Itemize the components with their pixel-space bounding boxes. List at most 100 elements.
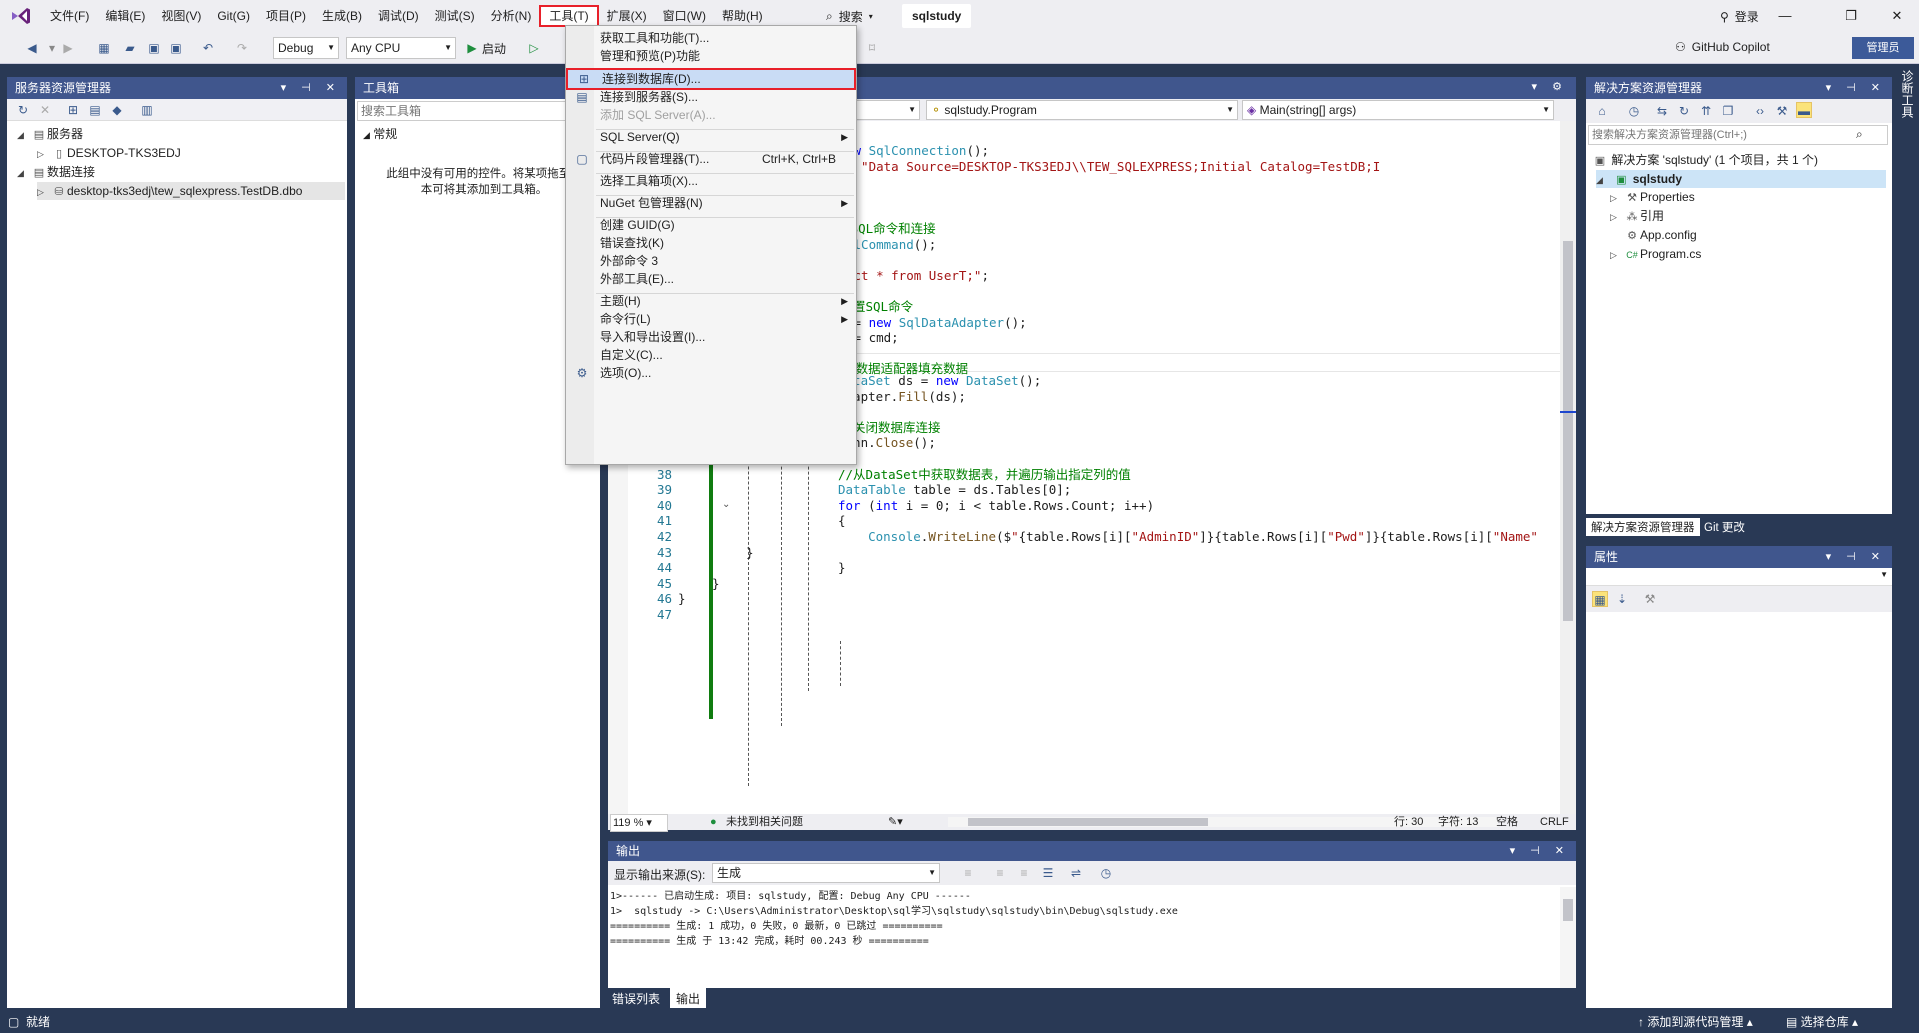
menu-item-9[interactable]: 工具(T) [539, 5, 599, 27]
home-icon[interactable]: ⌂ [1594, 103, 1610, 119]
issues-label[interactable]: 未找到相关问题 [726, 814, 803, 830]
github-copilot-button[interactable]: ⚇ GitHub Copilot [1675, 40, 1770, 54]
tools-menu-item[interactable]: ▢ 代码片段管理器(T)... Ctrl+K, Ctrl+B [566, 148, 856, 170]
menu-item-4[interactable]: 项目(P) [258, 5, 314, 27]
output-source-select[interactable]: 生成 ▼ [712, 863, 940, 883]
save-all-icon[interactable]: ▣ [168, 40, 184, 56]
history-icon[interactable]: ◷ [1626, 103, 1642, 119]
refresh-icon[interactable]: ↻ [1676, 103, 1692, 119]
tools-menu-item[interactable]: 管理和预览(P)功能 [566, 45, 856, 67]
menu-item-10[interactable]: 扩展(X) [599, 5, 655, 27]
server-tree-node[interactable]: ◢ ▤ 服务器 [17, 125, 83, 143]
toolbox-search-input[interactable] [357, 101, 597, 121]
properties-node[interactable]: ▷ ⚒ Properties [1610, 188, 1695, 206]
properties-icon[interactable]: ▥ [139, 102, 155, 118]
redo-icon[interactable]: ↷ [234, 40, 250, 56]
add-to-source-control-button[interactable]: ↑ 添加到源代码管理 ▴ [1638, 1012, 1753, 1033]
sync-icon[interactable]: ⇆ [1654, 103, 1670, 119]
tab-controls[interactable]: ▾ ⚙ [1532, 80, 1568, 93]
solution-node[interactable]: ▣ 解决方案 'sqlstudy' (1 个项目，共 1 个) [1592, 151, 1818, 169]
forward-icon[interactable]: ▶ [60, 40, 76, 56]
select-repository-button[interactable]: ▤ 选择仓库 ▴ [1786, 1012, 1858, 1033]
collapse-all-icon[interactable]: ⇈ [1698, 103, 1714, 119]
start-label[interactable]: 启动 [482, 40, 506, 57]
refresh-icon[interactable]: ↻ [15, 102, 31, 118]
nav-class-combo[interactable]: ⚬ sqlstudy.Program ▼ [926, 100, 1238, 120]
back-icon[interactable]: ◀ [24, 40, 40, 56]
azure-icon[interactable]: ◆ [109, 102, 125, 118]
tab-solution-explorer[interactable]: 解决方案资源管理器 [1586, 518, 1700, 536]
collapse-icon[interactable]: ◢ [17, 126, 31, 144]
tools-menu-item[interactable]: 外部工具(E)... [566, 268, 856, 290]
menu-item-6[interactable]: 调试(D) [370, 5, 427, 27]
word-wrap-icon[interactable]: ⇌ [1068, 865, 1084, 881]
search-box[interactable]: ⌕ 搜索 ▾ [826, 6, 873, 26]
solution-search-input[interactable] [1588, 125, 1888, 145]
tools-menu-item[interactable]: NuGet 包管理器(N) ▶ [566, 192, 856, 214]
expand-icon[interactable]: ▷ [37, 145, 51, 163]
editor-vertical-scrollbar[interactable] [1560, 121, 1576, 814]
server-tree-node[interactable]: ▷ ▯ DESKTOP-TKS3EDJ [37, 144, 181, 162]
close-window-button[interactable]: ✕ [1882, 6, 1912, 26]
panel-controls[interactable]: ▾ ⊣ ✕ [1826, 546, 1886, 568]
clear-all-icon[interactable]: ☰ [1040, 865, 1056, 881]
horizontal-scrollbar-thumb[interactable] [968, 818, 1208, 826]
find-icon[interactable]: ≡ [960, 865, 976, 881]
scrollbar-thumb[interactable] [1563, 241, 1573, 621]
appconfig-node[interactable]: ⚙ App.config [1610, 226, 1697, 244]
menu-item-8[interactable]: 分析(N) [483, 5, 540, 27]
collapse-icon[interactable]: ◢ [17, 164, 31, 182]
new-project-icon[interactable]: ▦ [96, 40, 112, 56]
brush-icon[interactable]: ✎▾ [888, 814, 903, 830]
start-without-debug-icon[interactable]: ▷ [526, 40, 542, 56]
property-pages-icon[interactable]: ⚒ [1642, 591, 1658, 607]
nav-member-combo[interactable]: ◈ Main(string[] args) ▼ [1242, 100, 1554, 120]
tools-menu-item[interactable]: 添加 SQL Server(A)... [566, 104, 856, 126]
properties-object-select[interactable]: ▼ [1586, 568, 1892, 586]
panel-controls[interactable]: ▾ ⊣ ✕ [1826, 77, 1886, 99]
menu-item-0[interactable]: 文件(F) [42, 5, 97, 27]
panel-controls[interactable]: ▾ ⊣ ✕ [281, 77, 341, 99]
panel-controls[interactable]: ▾ ⊣ ✕ [1510, 841, 1570, 861]
menu-item-5[interactable]: 生成(B) [314, 5, 370, 27]
code-view-icon[interactable]: ‹› [1752, 103, 1768, 119]
login-button[interactable]: ⚲ 登录 [1720, 8, 1759, 25]
menu-item-1[interactable]: 编辑(E) [97, 5, 153, 27]
output-scrollbar-thumb[interactable] [1563, 899, 1573, 921]
undo-icon[interactable]: ↶ [200, 40, 216, 56]
stop-icon[interactable]: ✕ [37, 102, 53, 118]
play-icon[interactable]: ▶ [464, 40, 480, 56]
platform-select[interactable]: Any CPU ▼ [346, 37, 456, 59]
toolbox-group-general[interactable]: ◢ 常规 [363, 125, 397, 142]
zoom-select[interactable]: 119 % ▾ [610, 814, 668, 832]
open-folder-icon[interactable]: ▰ [122, 40, 138, 56]
next-message-icon[interactable]: ≡ [1016, 865, 1032, 881]
project-node[interactable]: ◢ ▣ sqlstudy [1596, 170, 1886, 188]
output-scrollbar[interactable] [1560, 887, 1576, 991]
expand-icon[interactable]: ▷ [37, 183, 51, 201]
restore-button[interactable]: ❐ [1836, 6, 1866, 26]
diagnostic-tools-tab[interactable]: 诊断工具 [1896, 70, 1916, 190]
show-all-files-icon[interactable]: ❐ [1720, 103, 1736, 119]
references-node[interactable]: ▷ ⁂ 引用 [1610, 207, 1664, 225]
tab-output[interactable]: 输出 [670, 988, 707, 1008]
alphabetical-icon[interactable]: ⇣ [1614, 591, 1630, 607]
tools-menu-item[interactable]: SQL Server(Q) ▶ [566, 126, 856, 148]
connect-server-icon[interactable]: ▤ [87, 102, 103, 118]
programcs-node[interactable]: ▷ C# Program.cs [1610, 245, 1701, 263]
tab-git-changes[interactable]: Git 更改 [1704, 519, 1745, 535]
preview-icon[interactable]: ▬ [1796, 102, 1812, 118]
tab-error-list[interactable]: 错误列表 [612, 990, 660, 1007]
minimize-button[interactable]: — [1770, 6, 1800, 26]
prev-message-icon[interactable]: ≡ [992, 865, 1008, 881]
properties-wrench-icon[interactable]: ⚒ [1774, 103, 1790, 119]
categorized-icon[interactable]: ▦ [1592, 591, 1608, 607]
server-tree-node[interactable]: ▷ ⛁ desktop-tks3edj\tew_sqlexpress.TestDB.… [37, 182, 345, 200]
menu-item-11[interactable]: 窗口(W) [655, 5, 714, 27]
save-icon[interactable]: ▣ [146, 40, 162, 56]
menu-item-7[interactable]: 测试(S) [427, 5, 483, 27]
tools-menu-item[interactable]: ⚙ 选项(O)... [566, 362, 856, 384]
bookmark-icon[interactable]: ⌑ [864, 40, 880, 56]
menu-item-2[interactable]: 视图(V) [153, 5, 209, 27]
chevron-down-icon[interactable]: ▾ [44, 40, 60, 56]
